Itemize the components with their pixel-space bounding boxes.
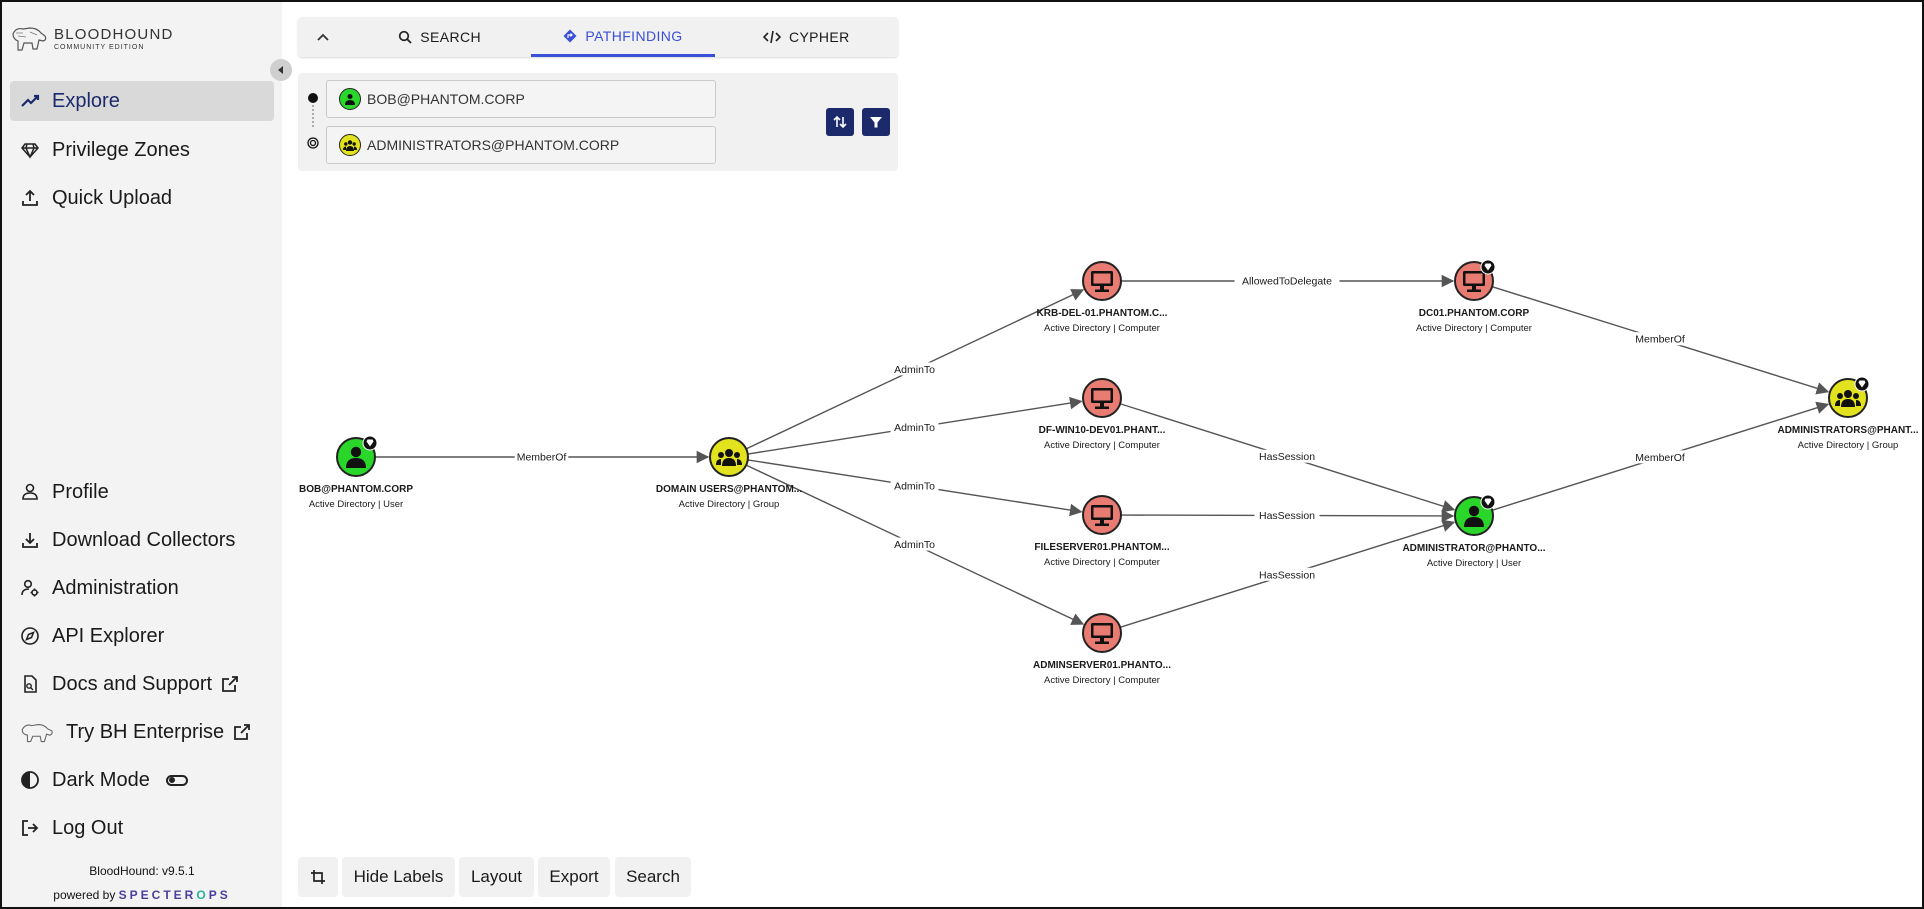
- tier-zero-badge-icon: [1480, 494, 1496, 510]
- crop-icon: [311, 870, 325, 884]
- node-label: DC01.PHANTOM.CORP: [1419, 308, 1530, 319]
- node-type-label: Active Directory | Group: [1798, 440, 1899, 451]
- tier-zero-badge-icon: [1854, 376, 1870, 392]
- graph-node-bob[interactable]: BOB@PHANTOM.CORP Active Directory | User: [299, 435, 413, 510]
- graph-edge[interactable]: HasSession: [1119, 403, 1456, 513]
- edge-label: MemberOf: [1635, 334, 1685, 346]
- edge-label: AdminTo: [894, 422, 935, 434]
- graph-edge[interactable]: MemberOf: [1491, 286, 1830, 395]
- edge-label: HasSession: [1259, 451, 1315, 463]
- layout-button[interactable]: Layout: [459, 857, 534, 897]
- graph-edge[interactable]: HasSession: [1119, 519, 1456, 628]
- edge-label: HasSession: [1259, 510, 1315, 522]
- node-label: KRB-DEL-01.PHANTOM.C...: [1037, 308, 1168, 319]
- node-type-label: Active Directory | User: [1427, 558, 1521, 569]
- node-type-label: Active Directory | Computer: [1044, 675, 1160, 686]
- edge-label: AllowedToDelegate: [1242, 276, 1332, 288]
- node-label: ADMINISTRATOR@PHANTO...: [1402, 543, 1545, 554]
- graph-edge[interactable]: MemberOf: [1491, 401, 1830, 511]
- node-type-label: Active Directory | User: [309, 499, 403, 510]
- graph-node-dfw[interactable]: DF-WIN10-DEV01.PHANT... Active Directory …: [1039, 378, 1166, 451]
- node-type-label: Active Directory | Computer: [1044, 440, 1160, 451]
- graph-search-button[interactable]: Search: [615, 857, 691, 897]
- edge-label: AdminTo: [894, 480, 935, 492]
- node-type-label: Active Directory | Computer: [1044, 323, 1160, 334]
- edge-label: HasSession: [1259, 569, 1315, 581]
- caret-left-icon: [278, 66, 283, 74]
- graph-edge[interactable]: HasSession: [1120, 508, 1455, 523]
- edge-label: MemberOf: [517, 452, 567, 464]
- graph-edge[interactable]: AdminTo: [747, 396, 1083, 455]
- edge-label: AdminTo: [894, 364, 935, 376]
- graph-canvas[interactable]: MemberOf AdminTo AdminTo AdminTo AdminTo Allo…: [0, 0, 1924, 909]
- graph-node-krb[interactable]: KRB-DEL-01.PHANTOM.C... Active Directory …: [1037, 261, 1168, 334]
- tier-zero-badge-icon: [1480, 259, 1496, 275]
- graph-node-dc[interactable]: DC01.PHANTOM.CORP Active Directory | Comp…: [1416, 259, 1532, 334]
- graph-edge[interactable]: AllowedToDelegate: [1121, 274, 1455, 288]
- node-label: ADMINISTRATORS@PHANT...: [1777, 425, 1918, 436]
- node-type-label: Active Directory | Computer: [1044, 557, 1160, 568]
- graph-edge[interactable]: MemberOf: [375, 450, 710, 464]
- export-button[interactable]: Export: [538, 857, 610, 897]
- node-type-label: Active Directory | Computer: [1416, 323, 1532, 334]
- graph-node-as[interactable]: ADMINSERVER01.PHANTO... Active Directory …: [1033, 613, 1171, 686]
- crop-button[interactable]: [298, 857, 338, 897]
- edge-label: AdminTo: [894, 539, 935, 551]
- node-label: DF-WIN10-DEV01.PHANT...: [1039, 425, 1166, 436]
- graph-node-fs[interactable]: FILESERVER01.PHANTOM... Active Directory …: [1034, 495, 1170, 568]
- hide-labels-button[interactable]: Hide Labels: [342, 857, 455, 897]
- node-label: FILESERVER01.PHANTOM...: [1034, 542, 1169, 553]
- node-type-label: Active Directory | Group: [679, 499, 780, 510]
- node-label: BOB@PHANTOM.CORP: [299, 484, 413, 495]
- sidebar-collapse-button[interactable]: [270, 59, 292, 81]
- node-label: DOMAIN USERS@PHANTOM...: [656, 484, 802, 495]
- edge-label: MemberOf: [1635, 452, 1685, 464]
- tier-zero-badge-icon: [362, 435, 378, 451]
- node-label: ADMINSERVER01.PHANTO...: [1033, 660, 1171, 671]
